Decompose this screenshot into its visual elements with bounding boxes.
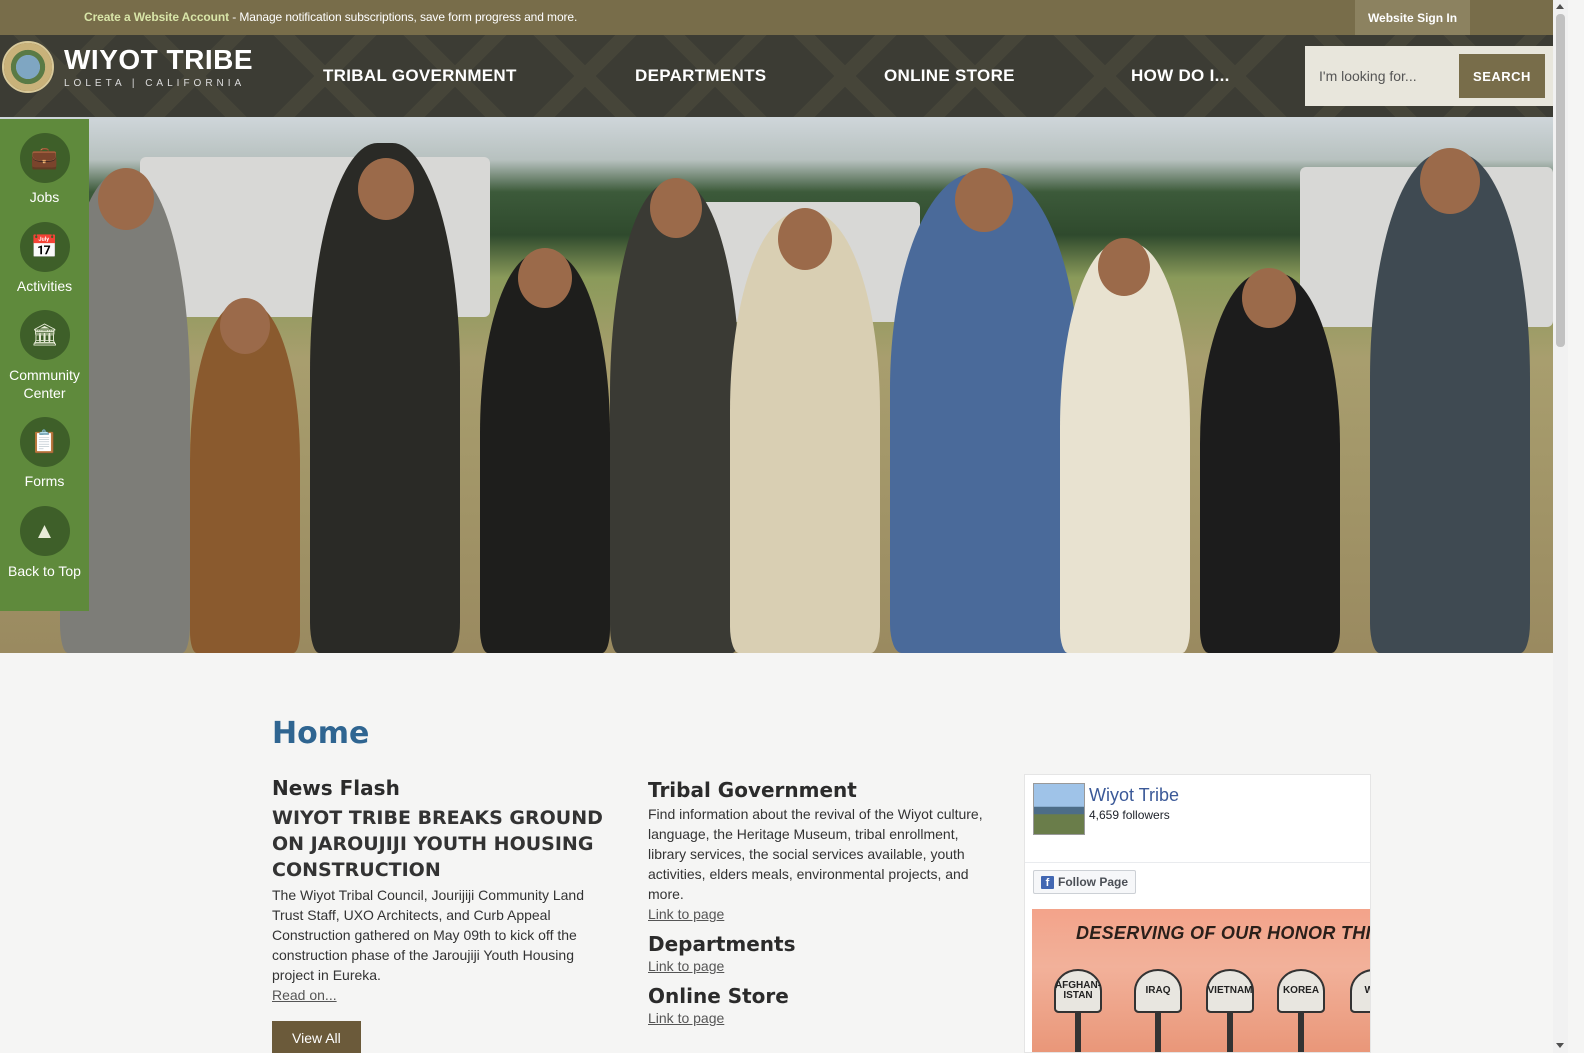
scrollbar-thumb[interactable] bbox=[1556, 14, 1565, 347]
rifle-graphic bbox=[1227, 1013, 1233, 1052]
logo-subtitle: LOLETA | CALIFORNIA bbox=[64, 77, 246, 89]
person-shape bbox=[480, 248, 610, 653]
helmet-graphic: AFGHAN-ISTAN bbox=[1054, 969, 1102, 1013]
facebook-widget: Wiyot Tribe 4,659 followers f Follow Pag… bbox=[1024, 774, 1371, 1053]
page-title: Home bbox=[272, 716, 370, 751]
quick-link-forms[interactable]: 📋 Forms bbox=[0, 417, 89, 489]
rifle-graphic bbox=[1075, 1013, 1081, 1052]
link-to-page[interactable]: Link to page bbox=[648, 1010, 724, 1026]
rifle-graphic bbox=[1298, 1013, 1304, 1052]
nav-departments[interactable]: DEPARTMENTS bbox=[635, 35, 766, 117]
site-search: SEARCH bbox=[1305, 46, 1568, 106]
create-account-link[interactable]: Create a Website Account bbox=[84, 10, 229, 24]
promo-text: - Manage notification subscriptions, sav… bbox=[228, 10, 578, 24]
person-shape bbox=[190, 298, 300, 653]
link-to-page[interactable]: Link to page bbox=[648, 958, 724, 974]
nav-how-do-i[interactable]: HOW DO I... bbox=[1131, 35, 1230, 117]
person-shape bbox=[890, 168, 1080, 653]
arrow-up-icon: ▲ bbox=[19, 506, 70, 556]
divider bbox=[1025, 862, 1370, 863]
quick-link-jobs[interactable]: 💼 Jobs bbox=[0, 133, 89, 205]
helmet-graphic: VIETNAM bbox=[1206, 969, 1254, 1013]
site-logo[interactable]: WIYOT TRIBE LOLETA | CALIFORNIA bbox=[2, 41, 253, 93]
person-shape bbox=[1370, 148, 1530, 653]
utility-bar: Create a Website Account - Manage notifi… bbox=[0, 0, 1568, 35]
facebook-icon: f bbox=[1041, 875, 1054, 889]
rifle-graphic bbox=[1155, 1013, 1161, 1052]
building-icon: 🏛 bbox=[19, 310, 70, 360]
quick-link-label: Forms bbox=[24, 473, 65, 489]
calendar-icon: 📅 bbox=[19, 222, 70, 272]
website-sign-in-button[interactable]: Website Sign In bbox=[1355, 0, 1470, 35]
helmet-graphic: IRAQ bbox=[1134, 969, 1182, 1013]
clipboard-icon: 📋 bbox=[19, 417, 70, 467]
section-title-online-store: Online Store bbox=[648, 984, 789, 1008]
section-body: Find information about the revival of th… bbox=[648, 806, 983, 902]
news-flash-column: News Flash WIYOT TRIBE BREAKS GROUND ON … bbox=[272, 776, 622, 1053]
person-shape bbox=[610, 178, 740, 653]
quick-link-activities[interactable]: 📅 Activities bbox=[0, 222, 89, 294]
facebook-post-image[interactable]: DESERVING OF OUR HONOR THIS MEMO AFGHAN-… bbox=[1032, 909, 1371, 1052]
search-button[interactable]: SEARCH bbox=[1459, 54, 1545, 98]
quick-link-label: Activities bbox=[16, 278, 73, 294]
section-title-departments: Departments bbox=[648, 932, 796, 956]
nav-online-store[interactable]: ONLINE STORE bbox=[884, 35, 1015, 117]
scroll-up-icon[interactable] bbox=[1556, 4, 1564, 9]
person-shape bbox=[1200, 268, 1340, 653]
news-headline[interactable]: WIYOT TRIBE BREAKS GROUND ON JAROUJIJI Y… bbox=[272, 805, 622, 883]
person-shape bbox=[1060, 238, 1190, 653]
tribe-seal-icon bbox=[2, 41, 54, 93]
scroll-down-icon[interactable] bbox=[1556, 1043, 1564, 1048]
news-flash-title: News Flash bbox=[272, 776, 400, 800]
quick-link-label: Jobs bbox=[29, 189, 60, 205]
hero-photo bbox=[0, 117, 1553, 653]
link-to-page[interactable]: Link to page bbox=[648, 906, 724, 922]
briefcase-icon: 💼 bbox=[19, 133, 70, 183]
helmet-graphic: KOREA bbox=[1277, 969, 1325, 1013]
quick-link-label: Community Center bbox=[9, 367, 80, 401]
search-input[interactable] bbox=[1305, 46, 1460, 106]
sections-column: Tribal Government Find information about… bbox=[648, 778, 998, 1028]
follow-page-button[interactable]: f Follow Page bbox=[1033, 870, 1137, 894]
nav-tribal-government[interactable]: TRIBAL GOVERNMENT bbox=[323, 35, 517, 117]
facebook-page-thumbnail[interactable] bbox=[1033, 783, 1085, 835]
section-title-tribal-government: Tribal Government bbox=[648, 778, 857, 802]
follow-page-label: Follow Page bbox=[1058, 875, 1129, 889]
account-promo: Create a Website Account - Manage notifi… bbox=[84, 10, 577, 24]
read-on-link[interactable]: Read on... bbox=[272, 987, 337, 1003]
facebook-page-name[interactable]: Wiyot Tribe bbox=[1089, 785, 1179, 806]
quick-link-community-center[interactable]: 🏛 Community Center bbox=[0, 310, 89, 402]
person-shape bbox=[310, 143, 460, 653]
helmet-graphic: WW bbox=[1350, 969, 1370, 1013]
quick-link-label: Back to Top bbox=[8, 563, 81, 579]
news-body: The Wiyot Tribal Council, Jourijiji Comm… bbox=[272, 887, 584, 983]
facebook-followers: 4,659 followers bbox=[1089, 808, 1170, 822]
person-shape bbox=[730, 208, 880, 653]
site-header: WIYOT TRIBE LOLETA | CALIFORNIA TRIBAL G… bbox=[0, 35, 1568, 117]
quick-link-back-to-top[interactable]: ▲ Back to Top bbox=[0, 506, 89, 580]
page-scrollbar[interactable] bbox=[1553, 0, 1568, 1053]
post-image-title: DESERVING OF OUR HONOR THIS MEMO bbox=[1076, 923, 1371, 943]
quick-links-sidebar: 💼 Jobs 📅 Activities 🏛 Community Center 📋… bbox=[0, 119, 89, 611]
view-all-button[interactable]: View All bbox=[272, 1021, 361, 1053]
logo-title: WIYOT TRIBE bbox=[64, 43, 254, 75]
